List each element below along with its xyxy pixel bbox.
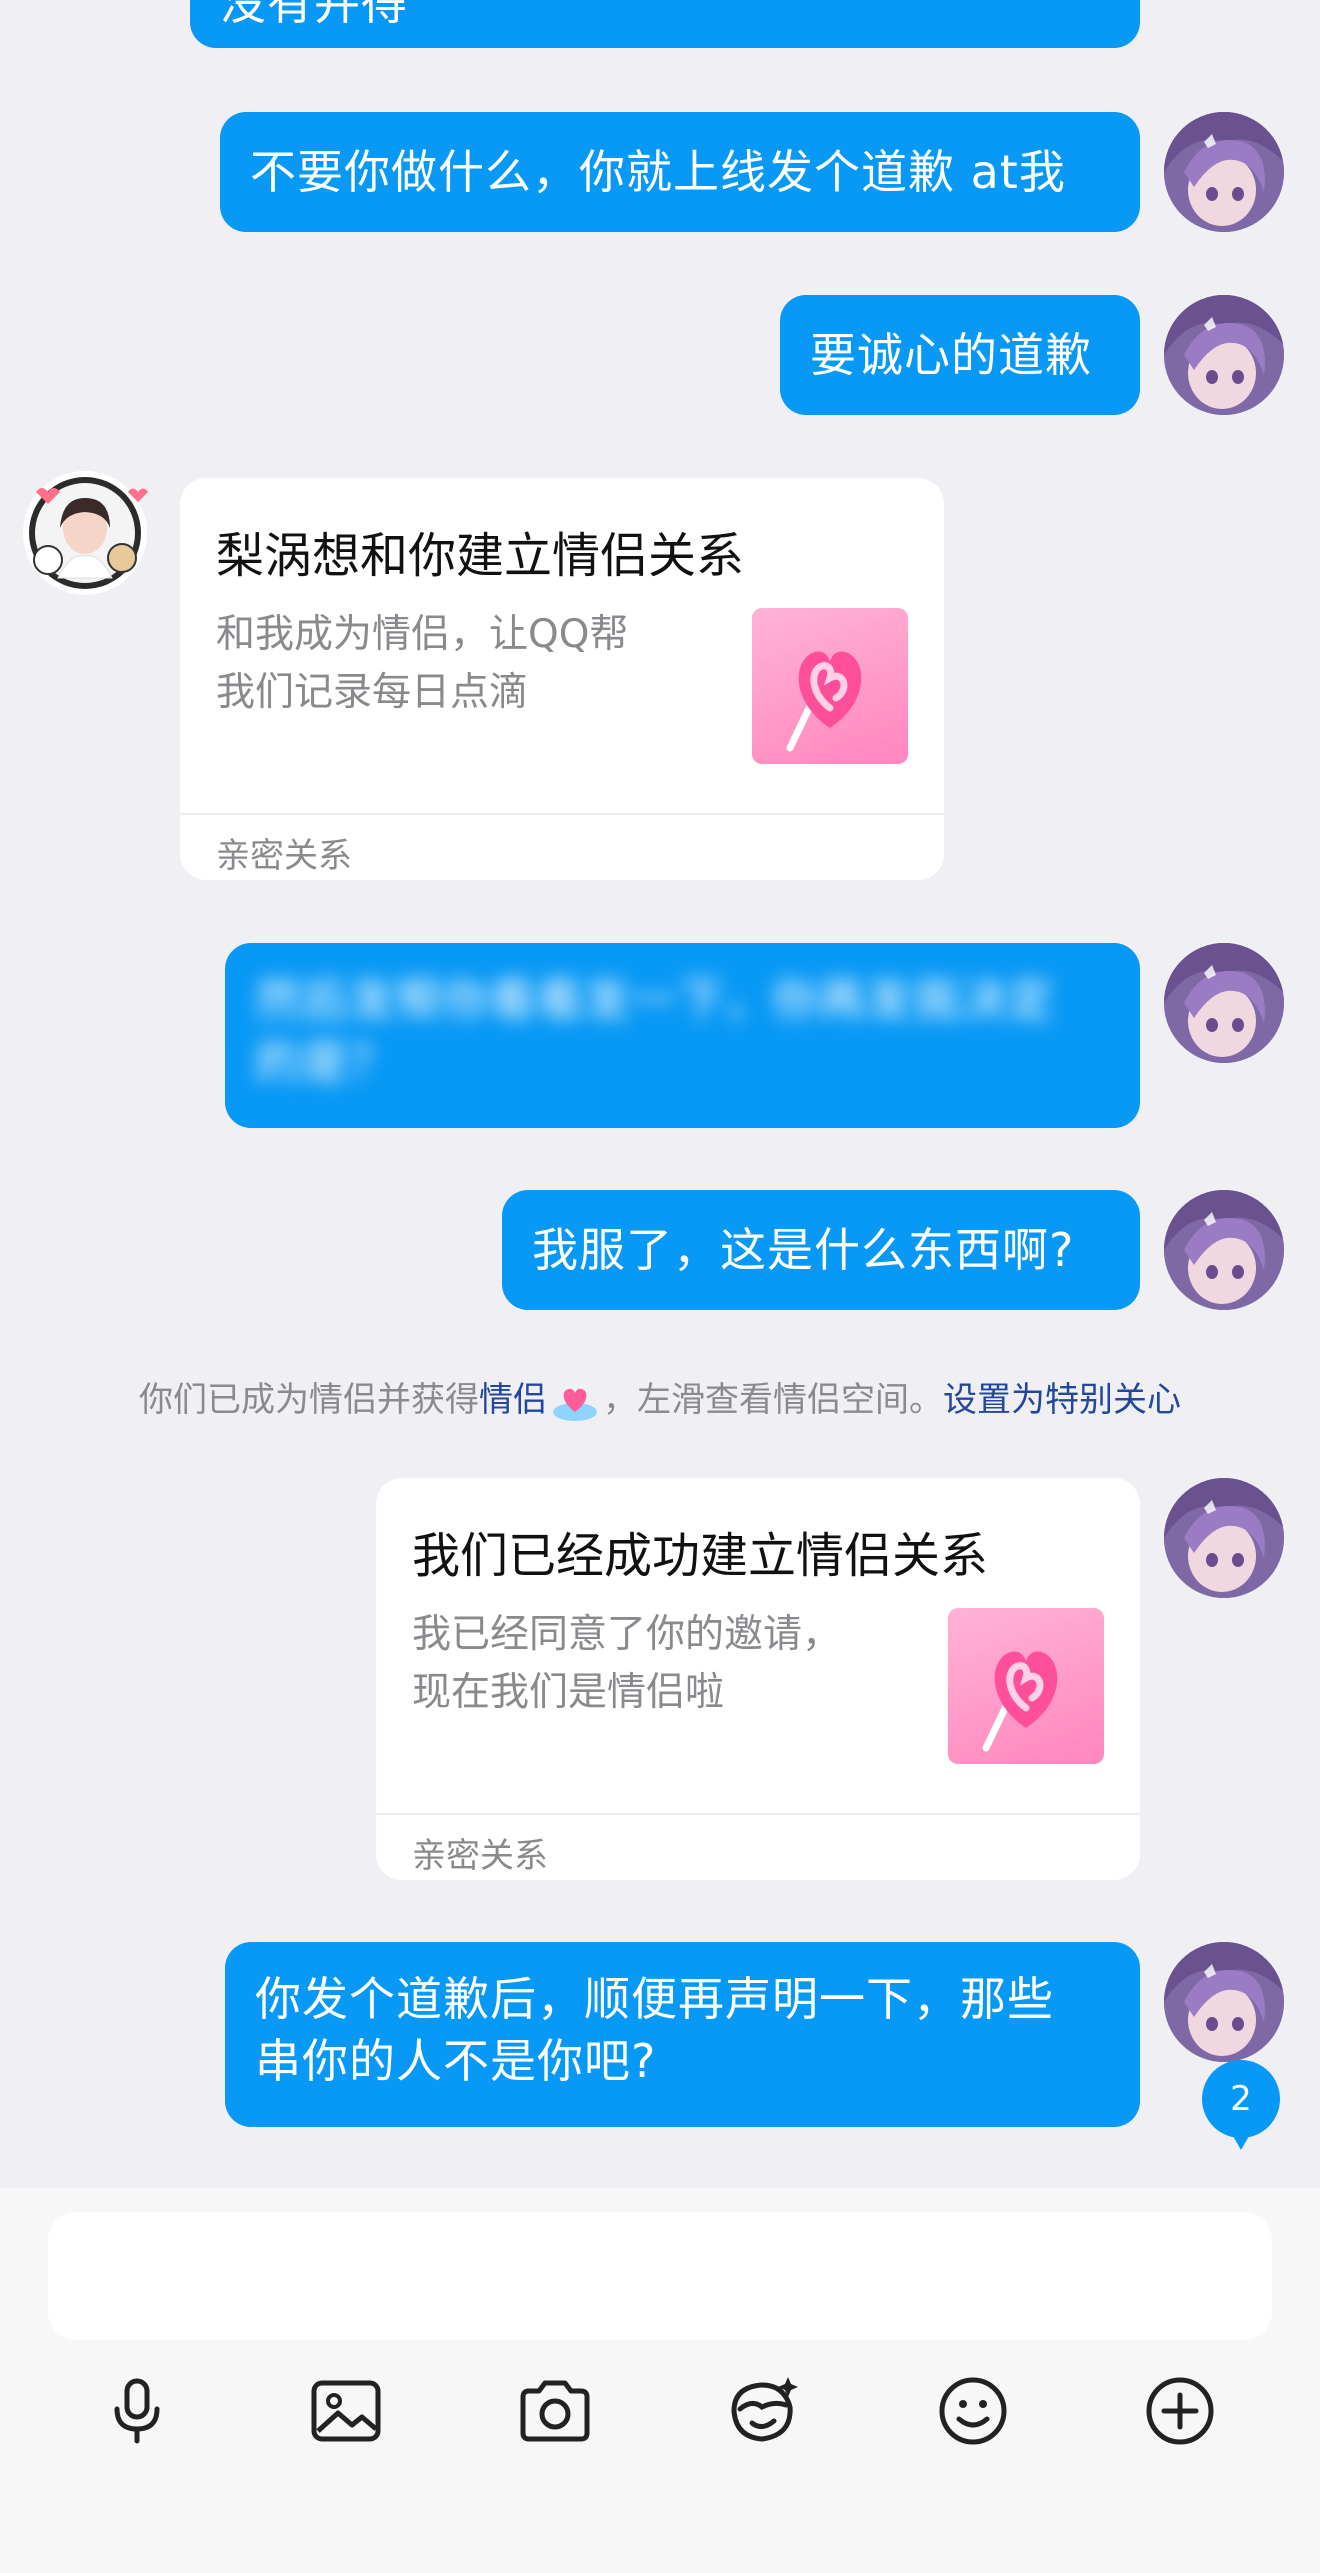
card-description-line: 我已经同意了你的邀请，: [412, 1612, 842, 1657]
microphone-icon[interactable]: [97, 2371, 177, 2451]
input-panel: [0, 2188, 1320, 2573]
contact-avatar[interactable]: [20, 468, 150, 598]
card-title: 梨涡想和你建立情侣关系: [216, 528, 745, 584]
couple-heart-icon: [551, 1382, 599, 1422]
card-footer: 亲密关系: [412, 1836, 548, 1876]
message-text: 不要你做什么，你就上线发个道歉 at我: [250, 145, 1066, 199]
set-special-care-link[interactable]: 设置为特别关心: [943, 1380, 1181, 1420]
message-text-line: 串你的人不是你吧?: [255, 2034, 657, 2088]
anime-avatar-icon: [1164, 943, 1284, 1063]
card-title: 我们已经成功建立情侣关系: [412, 1528, 989, 1584]
plus-icon[interactable]: [1140, 2371, 1220, 2451]
message-bubble-outgoing[interactable]: 你发个道歉后，顺便再声明一下，那些 串你的人不是你吧?: [225, 1942, 1140, 2127]
self-avatar[interactable]: [1164, 1478, 1284, 1598]
chat-screen: 没有并得 不要你做什么，你就上线发个道歉 at我 要诚心的道歉 梨涡想和你建立情…: [0, 0, 1320, 2573]
blurred-message-text: 然后发帮你看看发一下，你再发我决定 的是？: [255, 969, 1110, 1093]
contact-photo-icon: [23, 471, 148, 595]
sticker-icon[interactable]: [722, 2371, 802, 2451]
image-icon[interactable]: [306, 2371, 386, 2451]
lollipop-icon: [752, 608, 908, 764]
message-bubble-outgoing[interactable]: 没有并得: [190, 0, 1140, 48]
message-text: 要诚心的道歉: [810, 328, 1092, 382]
anime-avatar-icon: [1164, 1190, 1284, 1310]
lollipop-icon: [948, 1608, 1104, 1764]
message-text: 没有并得: [220, 0, 408, 30]
anime-avatar-icon: [1164, 1942, 1284, 2062]
anime-avatar-icon: [1164, 112, 1284, 232]
camera-icon[interactable]: [515, 2371, 595, 2451]
card-description: 和我成为情侣，让QQ帮 我们记录每日点滴: [216, 606, 686, 722]
anime-avatar-icon: [1164, 295, 1284, 415]
message-text-line: 然后发帮你看看发一下，你再发我决定: [255, 973, 1054, 1027]
self-avatar[interactable]: [1164, 295, 1284, 415]
self-avatar[interactable]: [1164, 1190, 1284, 1310]
card-divider: [376, 1813, 1140, 1815]
self-avatar[interactable]: [1164, 943, 1284, 1063]
message-text: 我服了，这是什么东西啊?: [532, 1223, 1075, 1277]
couple-badge-link[interactable]: 情侣: [479, 1380, 547, 1420]
system-notice: 你们已成为情侣并获得情侣 ，左滑查看情侣空间。设置为特别关心: [0, 1372, 1320, 1422]
emoji-icon[interactable]: [933, 2371, 1013, 2451]
self-avatar[interactable]: [1164, 112, 1284, 232]
self-avatar[interactable]: [1164, 1942, 1284, 2062]
message-text-line: 的是？: [255, 1035, 396, 1089]
couple-invite-card[interactable]: 梨涡想和你建立情侣关系 和我成为情侣，让QQ帮 我们记录每日点滴 亲密关系: [180, 478, 944, 880]
system-notice-text: ，左滑查看情侣空间。: [603, 1380, 943, 1420]
unread-count: 2: [1230, 2079, 1252, 2119]
message-bubble-outgoing[interactable]: 然后发帮你看看发一下，你再发我决定 的是？: [225, 943, 1140, 1128]
card-footer: 亲密关系: [216, 836, 352, 876]
message-bubble-outgoing[interactable]: 要诚心的道歉: [780, 295, 1140, 415]
couple-accepted-card[interactable]: 我们已经成功建立情侣关系 我已经同意了你的邀请， 现在我们是情侣啦 亲密关系: [376, 1478, 1140, 1880]
message-bubble-outgoing[interactable]: 不要你做什么，你就上线发个道歉 at我: [220, 112, 1140, 232]
message-bubble-outgoing[interactable]: 我服了，这是什么东西啊?: [502, 1190, 1140, 1310]
anime-avatar-icon: [1164, 1478, 1284, 1598]
system-notice-text: 你们已成为情侣并获得: [139, 1380, 479, 1420]
card-description-line: 和我成为情侣，让QQ帮: [216, 612, 629, 657]
card-divider: [180, 813, 944, 815]
unread-count-badge[interactable]: 2: [1202, 2060, 1280, 2150]
message-text-line: 你发个道歉后，顺便再声明一下，那些: [255, 1972, 1054, 2026]
card-description: 我已经同意了你的邀请， 现在我们是情侣啦: [412, 1606, 882, 1722]
card-description-line: 我们记录每日点滴: [216, 670, 529, 715]
card-description-line: 现在我们是情侣啦: [412, 1670, 725, 1715]
message-input[interactable]: [48, 2212, 1272, 2340]
